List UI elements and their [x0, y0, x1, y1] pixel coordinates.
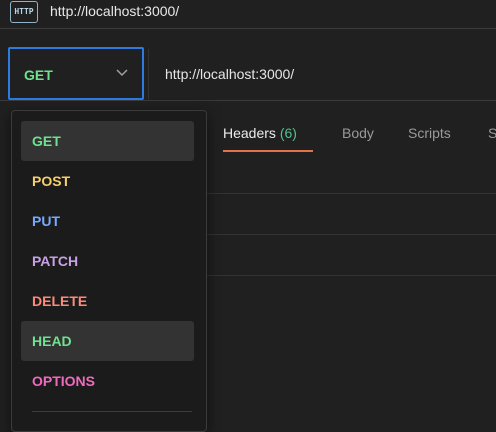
- http-icon: HTTP: [10, 1, 38, 23]
- tab-body[interactable]: Body: [342, 125, 374, 141]
- method-select[interactable]: GET: [8, 47, 144, 100]
- tab-headers-label: Headers: [223, 125, 276, 141]
- chevron-down-icon: [116, 69, 128, 77]
- url-input[interactable]: http://localhost:3000/: [148, 49, 496, 99]
- request-tab-title[interactable]: http://localhost:3000/: [50, 3, 179, 19]
- tab-headers[interactable]: Headers (6): [223, 125, 297, 141]
- tab-settings[interactable]: S: [488, 125, 496, 141]
- method-option-delete[interactable]: DELETE: [21, 281, 194, 321]
- tab-scripts[interactable]: Scripts: [408, 125, 451, 141]
- method-option-options[interactable]: OPTIONS: [21, 361, 194, 401]
- method-option-get[interactable]: GET: [21, 121, 194, 161]
- method-option-put[interactable]: PUT: [21, 201, 194, 241]
- table-row: [205, 234, 496, 276]
- divider: [0, 100, 496, 101]
- method-option-patch[interactable]: PATCH: [21, 241, 194, 281]
- active-tab-indicator: [223, 150, 313, 152]
- url-input-value: http://localhost:3000/: [165, 66, 295, 82]
- divider: [0, 28, 496, 29]
- method-option-post[interactable]: POST: [21, 161, 194, 201]
- method-dropdown-menu: GET POST PUT PATCH DELETE HEAD OPTIONS: [11, 110, 207, 432]
- top-bar: HTTP http://localhost:3000/: [0, 0, 496, 28]
- method-select-value: GET: [24, 67, 53, 83]
- method-option-head[interactable]: HEAD: [21, 321, 194, 361]
- table-row: [205, 193, 496, 235]
- menu-separator: [32, 411, 192, 412]
- tab-headers-count: (6): [279, 125, 297, 141]
